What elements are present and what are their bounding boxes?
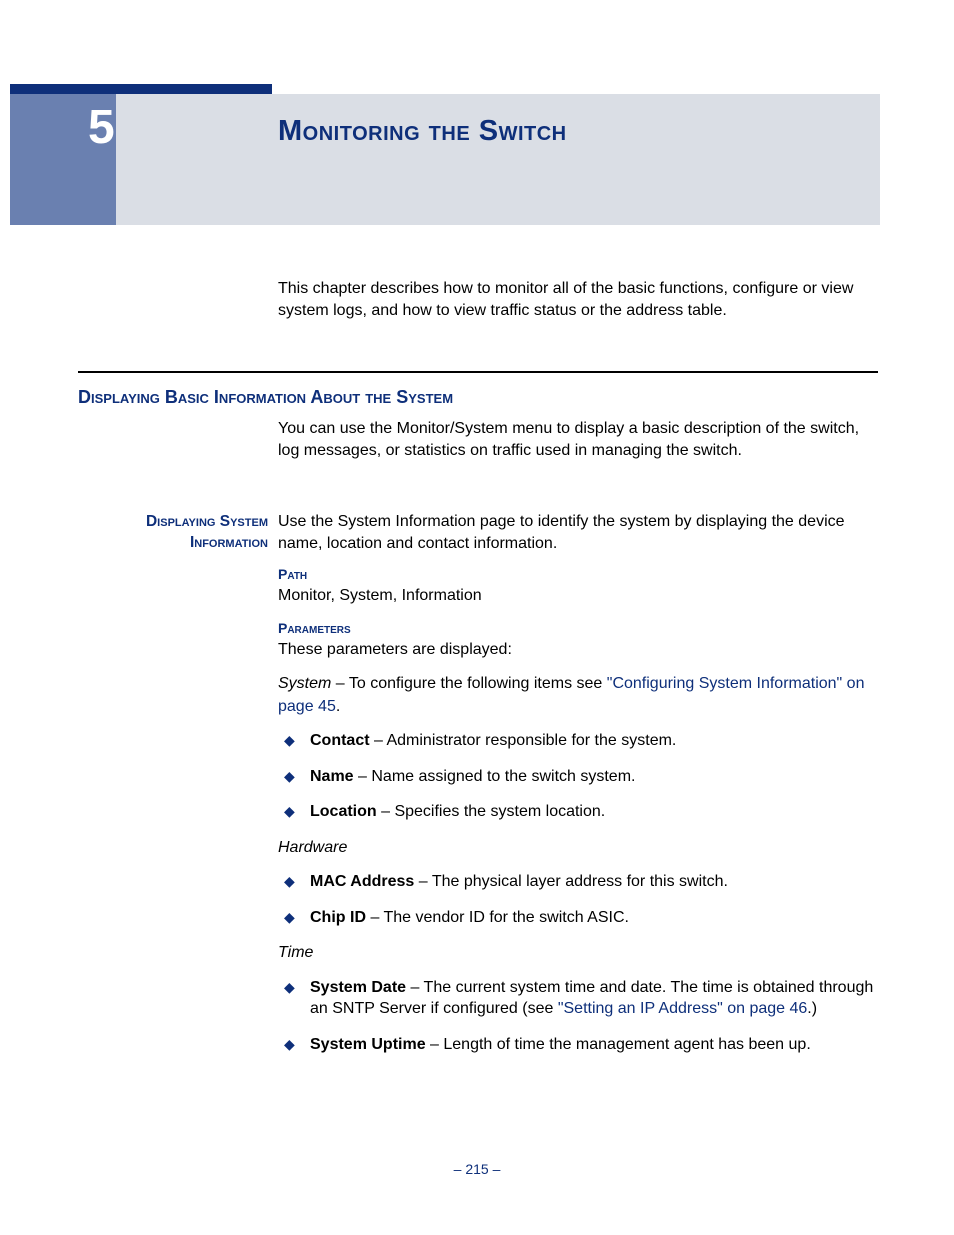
link-setting-ip-address[interactable]: "Setting an IP Address" on page 46: [558, 1000, 807, 1017]
term: System Date: [310, 979, 406, 996]
hardware-label: Hardware: [278, 837, 878, 859]
chapter-number: 5: [88, 100, 115, 155]
list-item: Location – Specifies the system location…: [278, 801, 878, 823]
sidebar-heading-displaying-system-information: Displaying System Information: [78, 511, 278, 1070]
subsection-content: Use the System Information page to ident…: [278, 511, 878, 1070]
term: Chip ID: [310, 909, 366, 926]
page-number: – 215 –: [0, 1161, 954, 1177]
desc: – The vendor ID for the switch ASIC.: [366, 909, 629, 926]
list-item: Chip ID – The vendor ID for the switch A…: [278, 907, 878, 929]
term: Location: [310, 803, 377, 820]
desc: – Length of time the management agent ha…: [426, 1036, 811, 1053]
system-text: – To configure the following items see: [331, 675, 606, 692]
section-heading: Displaying Basic Information About the S…: [78, 387, 878, 408]
parameters-intro: These parameters are displayed:: [278, 639, 878, 661]
time-list: System Date – The current system time an…: [278, 977, 878, 1056]
path-label: Path: [278, 565, 878, 585]
hardware-list: MAC Address – The physical layer address…: [278, 871, 878, 928]
path-value: Monitor, System, Information: [278, 585, 878, 607]
system-suffix: .: [336, 698, 340, 715]
term: System Uptime: [310, 1036, 426, 1053]
list-item: Contact – Administrator responsible for …: [278, 730, 878, 752]
header-accent-bar: [10, 84, 272, 94]
system-prefix: System: [278, 675, 331, 692]
subsection-intro: Use the System Information page to ident…: [278, 511, 878, 556]
desc: – The physical layer address for this sw…: [414, 873, 728, 890]
section-divider: [78, 371, 878, 373]
time-label: Time: [278, 942, 878, 964]
desc-post: .): [807, 1000, 817, 1017]
page-content: This chapter describes how to monitor al…: [78, 278, 878, 1098]
section-body: You can use the Monitor/System menu to d…: [278, 418, 878, 463]
subsection-row: Displaying System Information Use the Sy…: [78, 511, 878, 1070]
term: MAC Address: [310, 873, 414, 890]
desc: – Administrator responsible for the syst…: [370, 732, 677, 749]
system-list: Contact – Administrator responsible for …: [278, 730, 878, 823]
desc: – Name assigned to the switch system.: [354, 768, 636, 785]
list-item: System Date – The current system time an…: [278, 977, 878, 1020]
parameters-label: Parameters: [278, 619, 878, 639]
desc: – Specifies the system location.: [377, 803, 606, 820]
term: Name: [310, 768, 354, 785]
chapter-intro: This chapter describes how to monitor al…: [278, 278, 878, 323]
system-paragraph: System – To configure the following item…: [278, 673, 878, 718]
list-item: MAC Address – The physical layer address…: [278, 871, 878, 893]
list-item: System Uptime – Length of time the manag…: [278, 1034, 878, 1056]
term: Contact: [310, 732, 370, 749]
chapter-header-band: [10, 94, 880, 225]
list-item: Name – Name assigned to the switch syste…: [278, 766, 878, 788]
chapter-title: Monitoring the Switch: [278, 115, 567, 148]
